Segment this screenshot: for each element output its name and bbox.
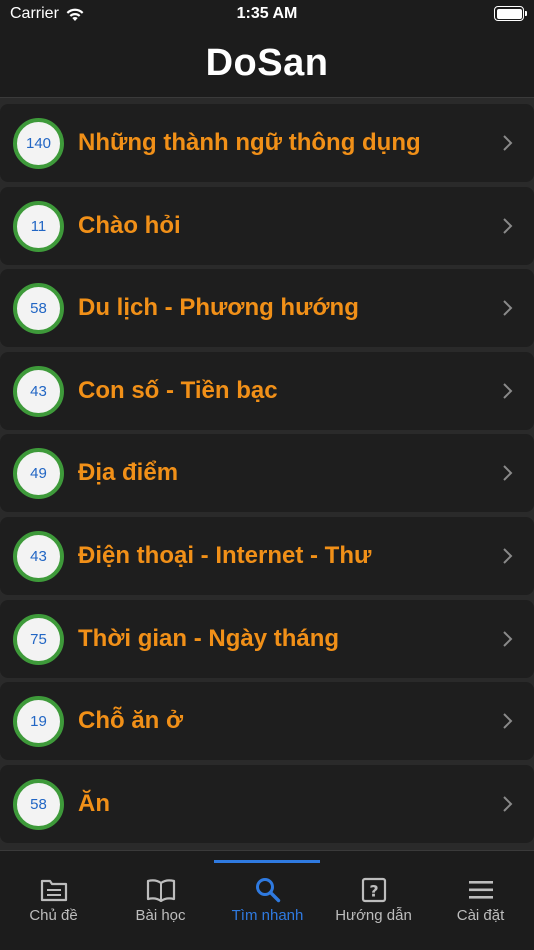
topic-row[interactable]: 140 Những thành ngữ thông dụng bbox=[0, 104, 534, 182]
tab-bar: Chủ đề Bài học Tìm nhanh ? Hướng dẫn Cài… bbox=[0, 850, 534, 950]
count-badge: 58 bbox=[13, 778, 64, 830]
status-time: 1:35 AM bbox=[236, 5, 298, 22]
help-icon: ? bbox=[359, 875, 389, 905]
count-badge: 49 bbox=[13, 448, 64, 500]
topic-row[interactable]: 58 Ăn bbox=[0, 764, 534, 843]
chevron-right-icon bbox=[503, 796, 513, 812]
page-title: DoSan bbox=[205, 42, 329, 84]
chevron-right-icon bbox=[503, 383, 513, 399]
topic-label: Chào hỏi bbox=[78, 211, 181, 239]
book-icon bbox=[146, 875, 176, 905]
topic-label: Địa điểm bbox=[78, 459, 179, 487]
tab-cai-dat[interactable]: Cài đặt bbox=[427, 851, 534, 931]
tab-label: Chủ đề bbox=[29, 907, 78, 924]
topic-label: Chỗ ăn ở bbox=[78, 707, 184, 735]
menu-icon bbox=[466, 875, 496, 905]
topic-list[interactable]: 140 Những thành ngữ thông dụng 11 Chào h… bbox=[0, 104, 534, 847]
chevron-right-icon bbox=[503, 135, 513, 151]
chevron-right-icon bbox=[503, 630, 513, 647]
topic-label: Con số - Tiền bạc bbox=[78, 376, 278, 404]
tab-chu-de[interactable]: Chủ đề bbox=[0, 851, 107, 931]
count-badge: 75 bbox=[13, 613, 64, 665]
screen: Carrier 1:35 AM DoSan 140 Những thành ng… bbox=[0, 0, 534, 950]
tab-tim-nhanh[interactable]: Tìm nhanh bbox=[214, 851, 321, 931]
topic-label: Điện thoại - Internet - Thư bbox=[78, 541, 372, 569]
nav-header: DoSan bbox=[0, 30, 534, 98]
count-badge: 19 bbox=[13, 696, 64, 748]
topic-row[interactable]: 75 Thời gian - Ngày tháng bbox=[0, 599, 534, 678]
count-badge: 43 bbox=[13, 530, 64, 582]
tab-huong-dan[interactable]: ? Hướng dẫn bbox=[320, 851, 427, 931]
count-badge: 140 bbox=[13, 118, 64, 169]
topic-label: Ăn bbox=[78, 789, 110, 817]
topic-label: Du lịch - Phương hướng bbox=[78, 294, 359, 322]
count-badge: 11 bbox=[13, 200, 64, 252]
tab-label: Hướng dẫn bbox=[335, 907, 412, 924]
topic-row[interactable]: 11 Chào hỏi bbox=[0, 186, 534, 265]
battery-icon bbox=[494, 6, 527, 21]
svg-text:?: ? bbox=[369, 882, 378, 901]
search-icon bbox=[253, 875, 283, 905]
tab-label: Cài đặt bbox=[456, 907, 505, 924]
topic-label: Thời gian - Ngày tháng bbox=[78, 624, 340, 652]
chevron-right-icon bbox=[503, 713, 513, 729]
tab-bai-hoc[interactable]: Bài học bbox=[107, 851, 214, 931]
chevron-right-icon bbox=[503, 300, 513, 316]
topic-row[interactable]: 49 Địa điểm bbox=[0, 434, 534, 513]
topic-row[interactable]: 19 Chỗ ăn ở bbox=[0, 682, 534, 761]
count-badge: 43 bbox=[13, 365, 64, 417]
chevron-right-icon bbox=[503, 217, 513, 234]
topic-row[interactable]: 43 Điện thoại - Internet - Thư bbox=[0, 516, 534, 595]
topic-row[interactable]: 43 Con số - Tiền bạc bbox=[0, 351, 534, 430]
topic-label: Những thành ngữ thông dụng bbox=[78, 129, 421, 156]
chevron-right-icon bbox=[503, 548, 513, 564]
tab-label: Tìm nhanh bbox=[231, 907, 304, 924]
topic-row[interactable]: 58 Du lịch - Phương hướng bbox=[0, 269, 534, 348]
count-badge: 58 bbox=[13, 283, 64, 335]
tab-label: Bài học bbox=[135, 907, 186, 924]
chevron-right-icon bbox=[503, 465, 513, 482]
status-bar: Carrier 1:35 AM bbox=[0, 0, 534, 30]
folder-icon bbox=[39, 875, 69, 905]
